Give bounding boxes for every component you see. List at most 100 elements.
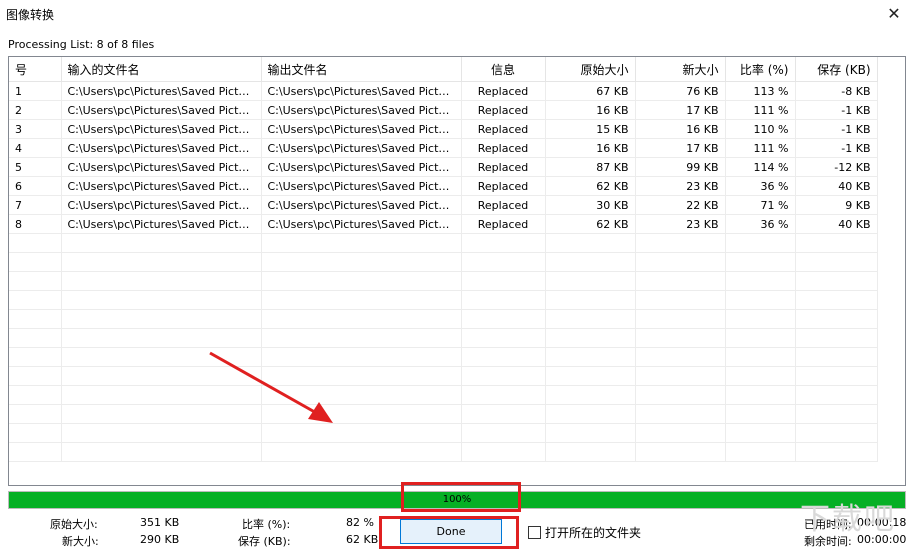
cell-output-file: C:\Users\pc\Pictures\Saved Pictures... (261, 214, 462, 234)
cell-output-file: C:\Users\pc\Pictures\Saved Pictures... (261, 100, 462, 120)
column-header-number[interactable]: 号 (9, 57, 62, 82)
empty-cell (725, 271, 796, 291)
file-list[interactable]: 号 输入的文件名 输出文件名 信息 原始大小 新大小 比率 (%) 保存 (KB… (8, 56, 906, 486)
empty-cell (795, 423, 878, 443)
column-header-new-size[interactable]: 新大小 (635, 57, 726, 82)
table-row[interactable]: 5 C:\Users\pc\Pictures\Saved Pictures... C… (9, 157, 878, 177)
cell-number: 7 (9, 195, 62, 215)
empty-cell (635, 366, 726, 386)
column-header-ratio[interactable]: 比率 (%) (725, 57, 796, 82)
table-row[interactable]: 4 C:\Users\pc\Pictures\Saved Pictures... C… (9, 138, 878, 158)
annotation-box-progress (401, 482, 521, 512)
cell-saved: 9 KB (795, 195, 878, 215)
original-size-label: 原始大小: (50, 518, 98, 531)
empty-cell (545, 309, 636, 329)
empty-cell (61, 442, 262, 462)
cell-saved: -1 KB (795, 119, 878, 139)
table-row[interactable]: 6 C:\Users\pc\Pictures\Saved Pictures... C… (9, 176, 878, 196)
cell-new-size: 17 KB (635, 138, 726, 158)
empty-cell (261, 271, 462, 291)
empty-cell (545, 271, 636, 291)
empty-cell (461, 385, 546, 405)
annotation-arrow-icon (209, 351, 333, 423)
annotation-box-done (379, 516, 519, 549)
empty-cell (635, 309, 726, 329)
empty-cell (261, 290, 462, 310)
empty-cell (795, 442, 878, 462)
cell-new-size: 99 KB (635, 157, 726, 177)
cell-original-size: 16 KB (545, 100, 636, 120)
table-header-row: 号 输入的文件名 输出文件名 信息 原始大小 新大小 比率 (%) 保存 (KB… (9, 57, 878, 82)
empty-cell (9, 233, 62, 253)
empty-cell (795, 252, 878, 272)
empty-cell (9, 423, 62, 443)
cell-new-size: 23 KB (635, 176, 726, 196)
empty-cell (795, 404, 878, 424)
ratio-label: 比率 (%): (242, 518, 291, 531)
empty-row (9, 309, 878, 329)
empty-cell (545, 233, 636, 253)
column-header-input-file[interactable]: 输入的文件名 (61, 57, 262, 82)
table-row[interactable]: 8 C:\Users\pc\Pictures\Saved Pictures... C… (9, 214, 878, 234)
ratio-value: 82 % (346, 516, 374, 529)
window-title: 图像转换 (6, 8, 55, 22)
new-size-value: 290 KB (140, 533, 180, 546)
cell-ratio: 36 % (725, 214, 796, 234)
cell-output-file: C:\Users\pc\Pictures\Saved Pictures... (261, 195, 462, 215)
cell-saved: 40 KB (795, 176, 878, 196)
column-header-original-size[interactable]: 原始大小 (545, 57, 636, 82)
close-icon[interactable]: ✕ (884, 4, 904, 24)
column-header-saved[interactable]: 保存 (KB) (795, 57, 878, 82)
empty-row (9, 252, 878, 272)
empty-row (9, 290, 878, 310)
cell-number: 8 (9, 214, 62, 234)
cell-number: 2 (9, 100, 62, 120)
open-folder-checkbox[interactable] (528, 526, 541, 539)
cell-output-file: C:\Users\pc\Pictures\Saved Pictures... (261, 157, 462, 177)
empty-cell (635, 404, 726, 424)
cell-new-size: 76 KB (635, 81, 726, 101)
empty-cell (635, 442, 726, 462)
cell-info: Replaced (461, 138, 546, 158)
empty-cell (725, 252, 796, 272)
cell-saved: -12 KB (795, 157, 878, 177)
empty-cell (725, 309, 796, 329)
empty-row (9, 366, 878, 386)
table-row[interactable]: 2 C:\Users\pc\Pictures\Saved Pictures... C… (9, 100, 878, 120)
cell-ratio: 71 % (725, 195, 796, 215)
saved-value: 62 KB (346, 533, 379, 546)
empty-row (9, 442, 878, 462)
empty-cell (545, 404, 636, 424)
results-table: 号 输入的文件名 输出文件名 信息 原始大小 新大小 比率 (%) 保存 (KB… (9, 57, 878, 462)
cell-input-file: C:\Users\pc\Pictures\Saved Pictures... (61, 138, 262, 158)
empty-cell (461, 290, 546, 310)
cell-number: 5 (9, 157, 62, 177)
cell-ratio: 111 % (725, 138, 796, 158)
table-row[interactable]: 3 C:\Users\pc\Pictures\Saved Pictures... C… (9, 119, 878, 139)
empty-cell (461, 328, 546, 348)
empty-cell (795, 290, 878, 310)
cell-new-size: 22 KB (635, 195, 726, 215)
empty-cell (9, 290, 62, 310)
empty-cell (795, 271, 878, 291)
empty-row (9, 233, 878, 253)
empty-cell (545, 347, 636, 367)
cell-saved: -1 KB (795, 100, 878, 120)
column-header-output-file[interactable]: 输出文件名 (261, 57, 462, 82)
empty-cell (725, 385, 796, 405)
empty-cell (9, 271, 62, 291)
empty-cell (9, 328, 62, 348)
empty-cell (635, 233, 726, 253)
table-row[interactable]: 7 C:\Users\pc\Pictures\Saved Pictures... C… (9, 195, 878, 215)
cell-input-file: C:\Users\pc\Pictures\Saved Pictures... (61, 100, 262, 120)
empty-cell (61, 252, 262, 272)
cell-saved: -8 KB (795, 81, 878, 101)
empty-cell (461, 309, 546, 329)
open-folder-label[interactable]: 打开所在的文件夹 (545, 524, 641, 541)
column-header-info[interactable]: 信息 (461, 57, 546, 82)
table-row[interactable]: 1 C:\Users\pc\Pictures\Saved Pictures... C… (9, 81, 878, 101)
cell-number: 4 (9, 138, 62, 158)
cell-ratio: 113 % (725, 81, 796, 101)
empty-cell (795, 366, 878, 386)
empty-cell (461, 366, 546, 386)
